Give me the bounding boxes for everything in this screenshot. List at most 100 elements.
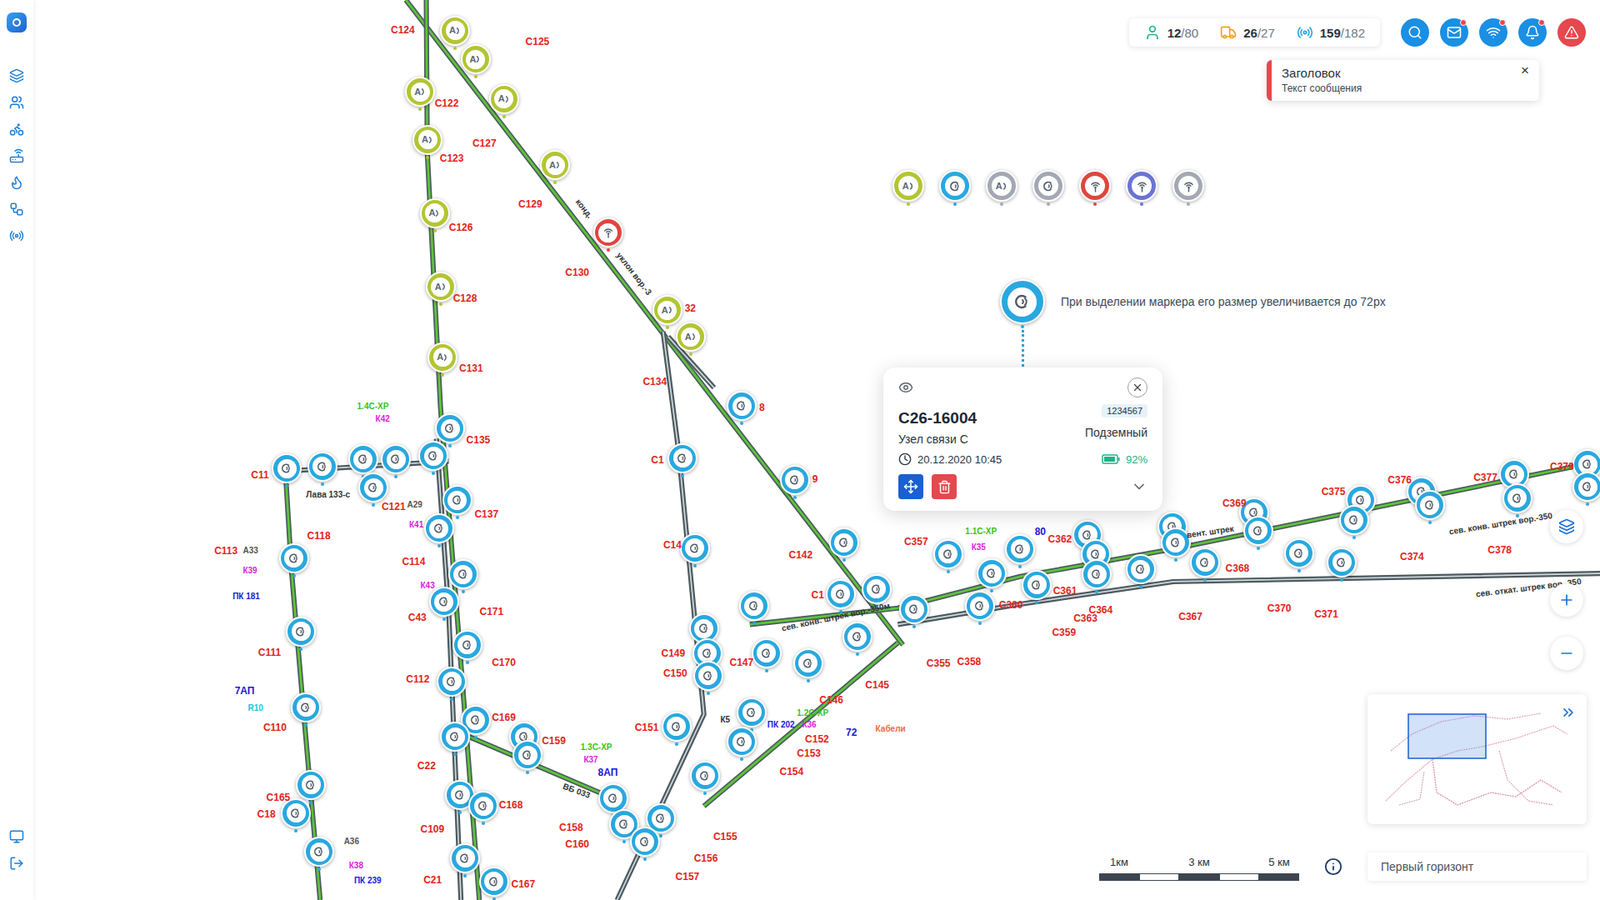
layers-button[interactable]: [1550, 510, 1584, 544]
selected-pin[interactable]: [1000, 279, 1045, 325]
bell-button[interactable]: [1518, 18, 1547, 47]
map-marker[interactable]: [899, 594, 930, 625]
marker-pin[interactable]: [1502, 483, 1533, 514]
marker-pin[interactable]: [468, 790, 499, 821]
marker-pin[interactable]: [661, 711, 692, 742]
map-marker[interactable]: [976, 558, 1007, 589]
map-marker[interactable]: [1160, 527, 1191, 558]
minimap-toggle[interactable]: [1560, 704, 1577, 721]
marker-pin[interactable]: [861, 574, 892, 605]
map-marker[interactable]: [1021, 570, 1052, 600]
marker-pin[interactable]: [358, 472, 389, 503]
marker-pin[interactable]: [933, 539, 964, 570]
map-marker[interactable]: [295, 770, 326, 800]
sidebar-item[interactable]: [7, 854, 26, 873]
map-marker[interactable]: [661, 711, 692, 742]
map-marker[interactable]: A: [652, 295, 683, 325]
view-button[interactable]: [898, 380, 914, 395]
map-marker[interactable]: [285, 616, 316, 647]
wifi-button[interactable]: [1479, 18, 1508, 47]
map-marker[interactable]: [1339, 505, 1370, 535]
marker-pin[interactable]: [751, 638, 782, 669]
map-marker[interactable]: [1326, 547, 1357, 578]
map-marker[interactable]: A: [675, 321, 706, 352]
marker-pin[interactable]: A: [425, 271, 456, 302]
marker-pin[interactable]: [450, 843, 480, 874]
map-marker[interactable]: [598, 783, 629, 814]
map-marker[interactable]: [436, 666, 467, 697]
map-marker[interactable]: [667, 443, 698, 474]
marker-pin[interactable]: [436, 666, 467, 697]
marker-pin[interactable]: [965, 590, 995, 621]
map-marker[interactable]: [829, 527, 860, 558]
marker-pin[interactable]: A: [540, 150, 570, 180]
map-marker[interactable]: [726, 390, 757, 421]
map-marker[interactable]: [965, 590, 995, 621]
map-marker[interactable]: [380, 444, 411, 475]
marker-pin[interactable]: [512, 740, 543, 770]
marker-pin[interactable]: [726, 390, 757, 421]
map-marker[interactable]: [1572, 471, 1600, 502]
map-marker[interactable]: [751, 638, 782, 669]
marker-pin[interactable]: [1415, 490, 1445, 520]
move-button[interactable]: [898, 474, 924, 500]
marker-pin[interactable]: [1160, 527, 1191, 558]
marker-pin[interactable]: [285, 616, 316, 647]
legend-marker[interactable]: [1172, 170, 1205, 202]
sidebar-item[interactable]: [7, 93, 26, 112]
map-marker[interactable]: [793, 648, 824, 679]
popup-close-button[interactable]: [1127, 377, 1148, 398]
minimap[interactable]: [1367, 694, 1587, 825]
map-marker[interactable]: A: [540, 150, 570, 180]
map-marker[interactable]: [1190, 547, 1220, 578]
marker-pin[interactable]: [429, 586, 460, 617]
marker-pin[interactable]: [842, 621, 873, 652]
search-button[interactable]: [1400, 18, 1430, 47]
marker-pin[interactable]: [739, 590, 770, 621]
marker-pin[interactable]: [1284, 538, 1315, 569]
map-marker[interactable]: [933, 539, 964, 570]
map-marker[interactable]: [307, 451, 338, 482]
legend-marker[interactable]: [1079, 170, 1111, 202]
legend-marker[interactable]: [1032, 170, 1065, 202]
zoom-out-button[interactable]: [1550, 636, 1584, 670]
map-marker[interactable]: [736, 697, 767, 728]
map-marker[interactable]: A: [425, 271, 456, 302]
expand-button[interactable]: [1130, 478, 1148, 495]
marker-pin[interactable]: [630, 826, 660, 857]
marker-pin[interactable]: [693, 660, 724, 691]
map-marker[interactable]: A: [420, 198, 450, 229]
alert-button[interactable]: [1557, 18, 1586, 47]
marker-pin[interactable]: [442, 485, 473, 515]
map-marker[interactable]: [1005, 534, 1035, 565]
marker-pin[interactable]: [899, 594, 930, 625]
map-marker[interactable]: [1502, 483, 1533, 514]
map-marker[interactable]: [512, 740, 543, 770]
mail-button[interactable]: [1440, 18, 1469, 47]
marker-pin[interactable]: A: [460, 44, 491, 75]
marker-pin[interactable]: [1572, 471, 1600, 502]
marker-pin[interactable]: A: [440, 15, 470, 46]
minimap-viewport[interactable]: [1408, 714, 1486, 759]
map-marker[interactable]: [861, 574, 892, 605]
legend-marker[interactable]: A: [985, 170, 1018, 202]
marker-pin[interactable]: [295, 770, 326, 800]
marker-pin[interactable]: [307, 451, 338, 482]
marker-pin[interactable]: [448, 559, 479, 590]
info-button[interactable]: [1324, 857, 1343, 876]
map-marker[interactable]: [358, 472, 389, 503]
marker-pin[interactable]: [598, 783, 629, 814]
sidebar-item[interactable]: [7, 226, 26, 245]
marker-pin[interactable]: [667, 443, 698, 474]
marker-pin[interactable]: [479, 866, 510, 897]
marker-pin[interactable]: A: [427, 342, 458, 373]
toast-close-button[interactable]: ×: [1515, 60, 1540, 78]
marker-pin[interactable]: [279, 543, 310, 574]
map-marker[interactable]: [429, 586, 460, 617]
map-marker[interactable]: [630, 826, 660, 857]
map-marker[interactable]: A: [460, 44, 491, 75]
marker-pin[interactable]: [976, 558, 1007, 589]
map-marker[interactable]: A: [489, 84, 520, 115]
marker-pin[interactable]: A: [489, 84, 520, 115]
marker-pin[interactable]: [780, 465, 810, 495]
